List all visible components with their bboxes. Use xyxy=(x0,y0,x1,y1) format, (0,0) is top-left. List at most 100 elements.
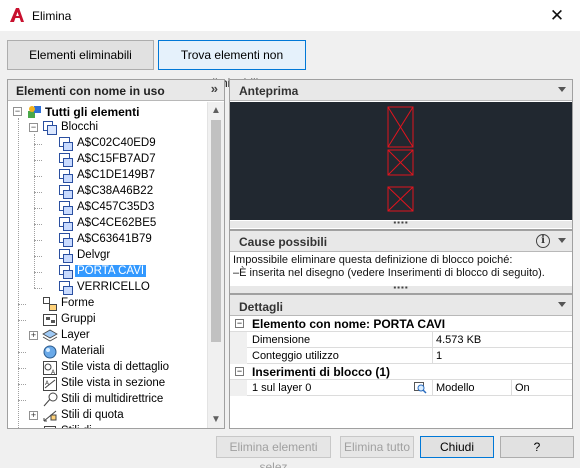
collapse-icon[interactable]: − xyxy=(13,107,22,116)
block-icon xyxy=(59,249,73,263)
causes-line: –È inserita nel disegno (vedere Inserime… xyxy=(233,267,545,279)
collapse-arrow-icon[interactable] xyxy=(558,87,566,92)
tree-item[interactable]: A Stile vista di dettaglio xyxy=(8,360,208,376)
tree-item[interactable]: A$C1DE149B7 xyxy=(8,168,208,184)
tree-item[interactable]: A$C38A46B22 xyxy=(8,184,208,200)
named-items-title: Elementi con nome in uso xyxy=(16,84,165,98)
purgeable-items-button[interactable]: Elementi eliminabili xyxy=(7,40,154,70)
tree-item[interactable]: Materiali xyxy=(8,344,208,360)
collapse-toggle-icon[interactable]: − xyxy=(235,319,244,328)
tree-item-label: Gruppi xyxy=(61,313,96,325)
row-gutter xyxy=(230,348,247,364)
window-title: Elimina xyxy=(32,9,72,23)
scroll-down-icon[interactable]: ▼ xyxy=(208,411,224,428)
property-value: 4.573 KB xyxy=(436,334,482,346)
tree-item-label: A$C63641B79 xyxy=(77,233,152,245)
tree-item[interactable]: PORTA CAVI xyxy=(8,264,208,280)
collapse-arrow-icon[interactable] xyxy=(558,238,566,243)
groups-icon xyxy=(43,314,57,326)
tree-item[interactable]: Delvgr xyxy=(8,248,208,264)
tree-item[interactable]: Stili di multidirettrice xyxy=(8,392,208,408)
column-divider xyxy=(432,380,433,396)
details-header[interactable]: Dettagli xyxy=(230,295,572,316)
tree-item[interactable]: A$C457C35D3 xyxy=(8,200,208,216)
tree-item[interactable]: Stili di ... xyxy=(8,424,208,428)
details-property-grid: − Elemento con nome: PORTA CAVI Dimensio… xyxy=(230,316,572,396)
collapse-toggle-icon[interactable]: − xyxy=(235,367,244,376)
expand-icon[interactable]: + xyxy=(29,331,38,340)
category-label: Elemento con nome: PORTA CAVI xyxy=(252,317,446,331)
tree-item[interactable]: A$C02C40ED9 xyxy=(8,136,208,152)
tree-item[interactable]: Gruppi xyxy=(8,312,208,328)
causes-title: Cause possibili xyxy=(239,235,328,249)
tree-item-label: Stili di multidirettrice xyxy=(61,393,164,405)
collapse-chevron-icon[interactable]: » xyxy=(211,81,218,96)
block-insert-row[interactable]: 1 sul layer 0 Modello On xyxy=(230,380,572,396)
tree-scrollbar[interactable]: ▲ ▼ xyxy=(207,102,224,428)
causes-text: Impossibile eliminare questa definizione… xyxy=(233,254,545,280)
close-button[interactable]: Chiudi xyxy=(420,436,494,458)
tree-item-label: Stile vista in sezione xyxy=(61,377,166,389)
details-category-row[interactable]: − Inserimenti di blocco (1) xyxy=(230,364,572,380)
block-icon xyxy=(59,137,73,151)
preview-header[interactable]: Anteprima xyxy=(230,80,572,101)
insert-layer-label: 1 sul layer 0 xyxy=(252,382,312,394)
block-icon xyxy=(59,153,73,167)
non-purgeable-items-button[interactable]: Trova elementi non eliminabili xyxy=(158,40,306,90)
causes-header[interactable]: Cause possibili i xyxy=(230,231,572,252)
purge-all-button[interactable]: Elimina tutto xyxy=(340,436,414,458)
tree-item[interactable]: A Stile vista in sezione xyxy=(8,376,208,392)
tree-item-label: PORTA CAVI xyxy=(75,265,147,277)
tree-item-label: VERRICELLO xyxy=(77,281,150,293)
block-preview xyxy=(230,102,572,220)
tree-item[interactable]: + Stili di quota xyxy=(8,408,208,424)
tree-item[interactable]: VERRICELLO xyxy=(8,280,208,296)
tree-item[interactable]: A$C63641B79 xyxy=(8,232,208,248)
tree-item[interactable]: − Tutti gli elementi xyxy=(8,104,208,120)
zoom-to-insert-icon[interactable] xyxy=(414,382,427,394)
multileader-style-icon xyxy=(43,392,58,407)
layers-icon xyxy=(42,329,58,342)
row-gutter xyxy=(230,332,247,348)
causes-line: Impossibile eliminare questa definizione… xyxy=(233,254,513,266)
tree-item[interactable]: + Layer xyxy=(8,328,208,344)
column-divider xyxy=(511,380,512,396)
close-icon[interactable]: ✕ xyxy=(534,0,580,31)
block-icon xyxy=(59,201,73,215)
column-divider xyxy=(432,332,433,348)
items-tree[interactable]: − Tutti gli elementi − Blocchi A$C02C40ED9 A$… xyxy=(8,102,208,428)
details-section: Dettagli − Elemento con nome: PORTA CAVI… xyxy=(229,294,573,429)
tree-item-label: A$C02C40ED9 xyxy=(77,137,156,149)
property-row: Dimensione 4.573 KB xyxy=(230,332,572,348)
help-button[interactable]: ? xyxy=(500,436,574,458)
tree-item-label: Stile vista di dettaglio xyxy=(61,361,170,373)
details-title: Dettagli xyxy=(239,300,284,314)
blocks-icon xyxy=(43,121,57,135)
tree-item[interactable]: − Blocchi xyxy=(8,120,208,136)
details-category-row[interactable]: − Elemento con nome: PORTA CAVI xyxy=(230,316,572,332)
tree-item[interactable]: A$C15FB7AD7 xyxy=(8,152,208,168)
block-icon xyxy=(59,217,73,231)
block-icon xyxy=(59,281,73,295)
preview-title: Anteprima xyxy=(239,84,299,98)
collapse-arrow-icon[interactable] xyxy=(558,302,566,307)
expand-icon[interactable]: + xyxy=(29,411,38,420)
block-icon xyxy=(59,169,73,183)
tree-item[interactable]: A$C4CE62BE5 xyxy=(8,216,208,232)
scroll-up-icon[interactable]: ▲ xyxy=(208,102,224,119)
info-icon[interactable]: i xyxy=(536,234,550,248)
collapse-icon[interactable]: − xyxy=(29,123,38,132)
tree-item[interactable]: Forme xyxy=(8,296,208,312)
tree-item-label: A$C15FB7AD7 xyxy=(77,153,156,165)
dimension-style-icon xyxy=(43,410,57,422)
block-preview-drawing xyxy=(387,106,414,212)
detail-view-style-icon: A xyxy=(43,361,57,376)
named-items-panel: Elementi con nome in uso » − Tutti gli el… xyxy=(7,79,225,429)
tree-item-label: Layer xyxy=(61,329,90,341)
tree-item-label: Tutti gli elementi xyxy=(45,105,140,119)
causes-resize-grip[interactable]: ▪▪▪▪ xyxy=(230,284,572,293)
purge-selected-button[interactable]: Elimina elementi selez xyxy=(216,436,331,468)
preview-resize-grip[interactable]: ▪▪▪▪ xyxy=(230,219,572,228)
tree-item-label: A$C4CE62BE5 xyxy=(77,217,157,229)
scroll-thumb[interactable] xyxy=(211,120,221,342)
